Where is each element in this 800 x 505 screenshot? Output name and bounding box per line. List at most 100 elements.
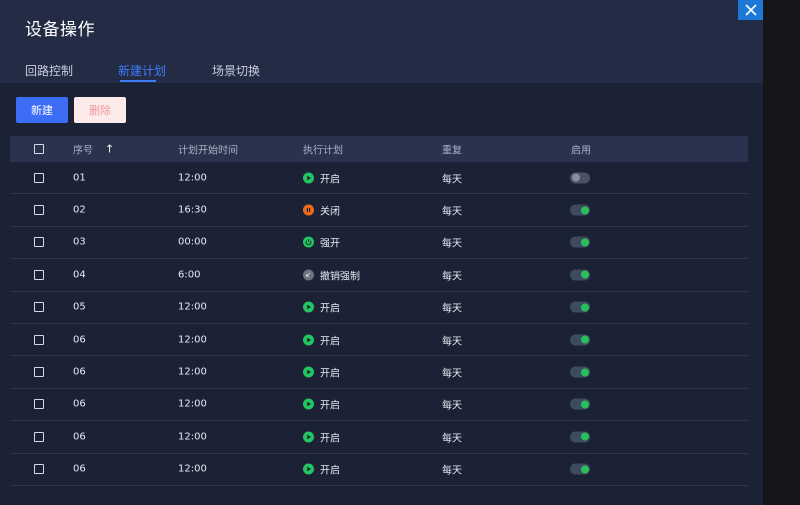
table-row: 01 12:00 开启 每天 (10, 162, 748, 195)
row-repeat: 每天 (442, 206, 462, 218)
toggle-switch[interactable] (570, 334, 590, 346)
undo-icon (303, 269, 314, 281)
toggle-switch[interactable] (570, 366, 590, 378)
header-repeat: 重复 (442, 145, 462, 157)
toggle-switch[interactable] (570, 301, 590, 313)
row-checkbox[interactable] (34, 431, 44, 442)
row-enabled-toggle[interactable] (570, 334, 590, 346)
header-seq[interactable]: 序号 ↑ (73, 142, 114, 157)
table-row: 03 00:00 强开 每天 (10, 227, 748, 260)
row-start-time: 12:00 (178, 431, 207, 443)
row-plan-label: 强开 (320, 238, 340, 250)
header-enabled: 启用 (571, 145, 591, 157)
row-enabled-toggle[interactable] (570, 366, 590, 378)
row-enabled-toggle[interactable] (570, 301, 590, 313)
row-plan: 开启 (303, 365, 340, 380)
row-plan: 开启 (303, 170, 340, 185)
header-plan: 执行计划 (303, 145, 343, 157)
row-start-time: 12:00 (178, 398, 207, 410)
row-enabled-toggle[interactable] (570, 172, 590, 184)
row-repeat: 每天 (442, 174, 462, 186)
row-plan: 开启 (303, 332, 340, 347)
row-plan: 强开 (303, 235, 340, 250)
row-seq: 05 (73, 301, 86, 313)
play-icon (303, 463, 314, 475)
sort-ascending-icon[interactable]: ↑ (105, 143, 114, 156)
row-repeat: 每天 (442, 465, 462, 477)
row-start-time: 12:00 (178, 366, 207, 378)
power-icon (303, 236, 314, 248)
row-plan-label: 开启 (320, 336, 340, 348)
row-plan-label: 开启 (320, 303, 340, 315)
toggle-switch[interactable] (570, 172, 590, 184)
row-plan-label: 开启 (320, 433, 340, 445)
row-enabled-toggle[interactable] (570, 204, 590, 216)
row-plan: 关闭 (303, 203, 340, 218)
play-icon (303, 334, 314, 346)
play-icon (303, 172, 314, 184)
row-checkbox[interactable] (34, 302, 44, 313)
table-body: 01 12:00 开启 每天 02 16:30 关闭 每天 03 00:00 强开 每天 04 6:00 撤… (10, 162, 748, 486)
row-plan-label: 开启 (320, 465, 340, 477)
active-tab-indicator (120, 80, 156, 82)
row-plan-label: 撤销强制 (320, 271, 360, 283)
row-enabled-toggle[interactable] (570, 398, 590, 410)
row-seq: 01 (73, 172, 86, 184)
row-plan-label: 开启 (320, 174, 340, 186)
row-start-time: 12:00 (178, 463, 207, 475)
row-repeat: 每天 (442, 368, 462, 380)
close-button[interactable] (738, 0, 763, 20)
row-repeat: 每天 (442, 433, 462, 445)
row-enabled-toggle[interactable] (570, 236, 590, 248)
toggle-switch[interactable] (570, 431, 590, 443)
tab-loop-control[interactable]: 回路控制 (25, 62, 73, 79)
dialog-header: 设备操作 回路控制 新建计划 场景切换 (0, 0, 763, 83)
row-checkbox[interactable] (34, 464, 44, 475)
row-enabled-toggle[interactable] (570, 431, 590, 443)
row-plan: 开启 (303, 300, 340, 315)
pause-icon (303, 204, 314, 216)
toggle-switch[interactable] (570, 204, 590, 216)
row-enabled-toggle[interactable] (570, 269, 590, 281)
row-plan-label: 开启 (320, 400, 340, 412)
row-checkbox[interactable] (34, 269, 44, 280)
tab-new-plan[interactable]: 新建计划 (118, 62, 166, 79)
header-start-time: 计划开始时间 (178, 145, 238, 157)
row-seq: 06 (73, 463, 86, 475)
row-checkbox[interactable] (34, 237, 44, 248)
new-button[interactable]: 新建 (16, 97, 68, 123)
row-seq: 06 (73, 431, 86, 443)
table-row: 02 16:30 关闭 每天 (10, 194, 748, 227)
row-start-time: 12:00 (178, 334, 207, 346)
row-checkbox[interactable] (34, 205, 44, 216)
header-seq-label: 序号 (73, 145, 93, 157)
row-repeat: 每天 (442, 400, 462, 412)
table-row: 06 12:00 开启 每天 (10, 324, 748, 357)
row-checkbox[interactable] (34, 334, 44, 345)
play-icon (303, 301, 314, 313)
row-plan-label: 开启 (320, 368, 340, 380)
row-checkbox[interactable] (34, 399, 44, 410)
play-icon (303, 431, 314, 443)
play-icon (303, 398, 314, 410)
device-operation-dialog: 设备操作 回路控制 新建计划 场景切换 新建 删除 序号 ↑ 计划开始时间 执行… (0, 0, 763, 505)
toggle-switch[interactable] (570, 236, 590, 248)
row-enabled-toggle[interactable] (570, 463, 590, 475)
toggle-switch[interactable] (570, 463, 590, 475)
delete-button[interactable]: 删除 (74, 97, 126, 123)
row-checkbox[interactable] (34, 367, 44, 378)
row-start-time: 6:00 (178, 269, 201, 281)
row-checkbox[interactable] (34, 172, 44, 183)
row-plan-label: 关闭 (320, 206, 340, 218)
row-seq: 06 (73, 366, 86, 378)
row-seq: 06 (73, 334, 86, 346)
toggle-switch[interactable] (570, 398, 590, 410)
row-repeat: 每天 (442, 336, 462, 348)
select-all-checkbox[interactable] (34, 144, 44, 154)
table-row: 06 12:00 开启 每天 (10, 421, 748, 454)
row-start-time: 12:00 (178, 172, 207, 184)
plan-table: 序号 ↑ 计划开始时间 执行计划 重复 启用 01 12:00 开启 每天 02 16:3… (10, 136, 748, 486)
tab-scene-switch[interactable]: 场景切换 (212, 62, 260, 79)
toggle-switch[interactable] (570, 269, 590, 281)
row-start-time: 00:00 (178, 236, 207, 248)
